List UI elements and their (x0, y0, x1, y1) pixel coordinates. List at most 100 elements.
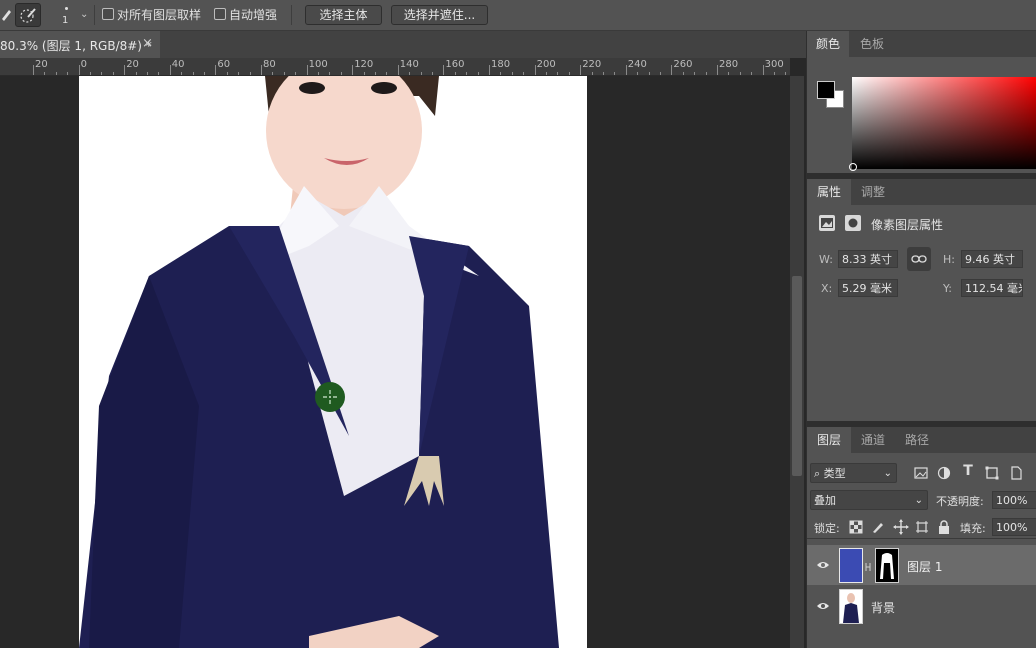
layer-row[interactable]: 背景 (807, 586, 1036, 626)
ruler-minor-tick (329, 72, 331, 75)
properties-title: 像素图层属性 (871, 218, 944, 232)
canvas-area[interactable] (0, 76, 790, 648)
ruler-minor-tick (420, 72, 422, 75)
ruler-tick (33, 65, 34, 75)
ruler-tick-label: 200 (536, 59, 556, 70)
layer-name[interactable]: 背景 (871, 599, 895, 616)
ruler-minor-tick (523, 72, 525, 75)
layer-name[interactable]: 图层 1 (907, 558, 942, 575)
filter-smart-object-icon[interactable] (1008, 465, 1024, 481)
eye-icon[interactable] (816, 558, 830, 572)
sample-all-layers-label: 对所有图层取样 (117, 8, 202, 22)
filter-type-icon[interactable]: T (960, 463, 976, 479)
ruler-minor-tick (238, 72, 240, 75)
tab-paths[interactable]: 路径 (895, 427, 939, 453)
ruler-tick-label: 140 (399, 59, 419, 70)
layer-mask-thumbnail[interactable] (875, 548, 899, 583)
select-and-mask-button[interactable]: 选择并遮住... (391, 5, 488, 25)
lock-transparent-pixels-icon[interactable] (849, 520, 865, 536)
color-picker-field[interactable] (849, 77, 1036, 171)
tab-properties[interactable]: 属性 (807, 179, 851, 205)
select-subject-button[interactable]: 选择主体 (305, 5, 382, 25)
fill-input[interactable]: 100% (992, 518, 1036, 536)
lock-image-pixels-icon[interactable] (871, 520, 887, 536)
auto-enhance-checkbox[interactable] (214, 8, 226, 20)
link-icon (911, 255, 927, 263)
width-label: W: (819, 253, 833, 266)
ruler-tick (215, 65, 217, 75)
quick-selection-brush-icon[interactable] (15, 3, 41, 27)
eye-icon[interactable] (816, 599, 830, 613)
link-icon[interactable] (863, 561, 873, 571)
document-image[interactable] (79, 76, 587, 648)
ruler-minor-tick (511, 72, 513, 75)
divider (291, 5, 292, 25)
sample-all-layers-checkbox[interactable] (102, 8, 114, 20)
vertical-scrollbar[interactable] (790, 76, 804, 648)
tab-adjustments[interactable]: 调整 (851, 179, 895, 205)
ruler-tick (169, 65, 171, 75)
y-input[interactable]: 112.54 毫米 (961, 279, 1023, 297)
ruler-minor-tick (192, 72, 194, 75)
x-input[interactable]: 5.29 毫米 (838, 279, 898, 297)
mask-icon[interactable] (845, 215, 861, 231)
ruler-tick (443, 65, 445, 75)
document-tab[interactable]: 80.3% (图层 1, RGB/8#) * × (0, 31, 160, 58)
ruler-tick (261, 65, 262, 75)
ruler-tick (625, 65, 627, 75)
lock-position-icon[interactable] (893, 519, 909, 535)
lock-artboard-icon[interactable] (915, 520, 931, 536)
tab-color[interactable]: 颜色 (807, 31, 849, 57)
tab-swatches[interactable]: 色板 (851, 31, 893, 57)
ruler-tick (306, 65, 308, 75)
ruler-tick (762, 65, 764, 75)
ruler-tick (352, 65, 354, 75)
ruler-tick (124, 65, 126, 75)
layer-thumbnail (839, 548, 863, 583)
ruler-minor-tick (557, 72, 559, 75)
search-icon: ⌕ (814, 467, 821, 480)
ruler-minor-tick (694, 72, 696, 75)
tab-layers[interactable]: 图层 (807, 427, 851, 453)
layer-thumbnail (839, 589, 863, 624)
ruler-tick (534, 65, 536, 75)
ruler-tick-label: 160 (445, 59, 465, 70)
filter-shape-icon[interactable] (984, 465, 1000, 481)
ruler-minor-tick (591, 72, 593, 75)
ruler-minor-tick (90, 72, 91, 75)
ruler-tick-label: 0 (80, 59, 87, 70)
filter-pixel-icon[interactable] (913, 465, 929, 481)
tab-channels[interactable]: 通道 (851, 427, 895, 453)
horizontal-ruler[interactable]: 20 0 20 40 60 80 100 120 140 160 180 200 220 240 260 28… (0, 58, 790, 76)
link-dimensions-button[interactable] (907, 247, 931, 271)
layer-filter-value: 类型 (823, 467, 846, 480)
layer-row[interactable]: 图层 1 (807, 545, 1036, 585)
brush-size-picker[interactable]: 1 (58, 3, 80, 29)
close-icon[interactable]: × (142, 36, 153, 51)
y-label: Y: (943, 282, 952, 295)
ruler-tick-label: 20 (126, 59, 139, 70)
width-input[interactable]: 8.33 英寸 (838, 250, 898, 268)
height-input[interactable]: 9.46 英寸 (961, 250, 1023, 268)
filter-adjustment-icon[interactable] (936, 465, 952, 481)
ruler-minor-tick (204, 72, 205, 75)
layers-panel-tabs: 图层 通道 路径 (807, 427, 1036, 453)
ruler-minor-tick (112, 72, 114, 75)
foreground-color-swatch[interactable] (817, 81, 835, 99)
ruler-minor-tick (637, 72, 639, 75)
ruler-minor-tick (375, 72, 376, 75)
ruler-minor-tick (546, 72, 547, 75)
lock-all-icon[interactable] (937, 519, 953, 535)
ruler-minor-tick (249, 72, 251, 75)
color-picker-handle[interactable] (849, 163, 857, 171)
opacity-input[interactable]: 100% (992, 491, 1036, 509)
properties-panel-tabs: 属性 调整 (807, 179, 1036, 205)
color-panel-tabs: 颜色 色板 (807, 31, 1036, 57)
divider (807, 538, 1036, 539)
chevron-down-icon[interactable]: ⌄ (80, 9, 88, 20)
ruler-minor-tick (283, 72, 285, 75)
blend-mode-select[interactable]: 叠加 ⌄ (810, 490, 928, 510)
brush-tool-icon[interactable] (0, 5, 12, 25)
scrollbar-thumb[interactable] (792, 276, 802, 476)
layer-filter-select[interactable]: ⌕ 类型 ⌄ (810, 463, 897, 483)
